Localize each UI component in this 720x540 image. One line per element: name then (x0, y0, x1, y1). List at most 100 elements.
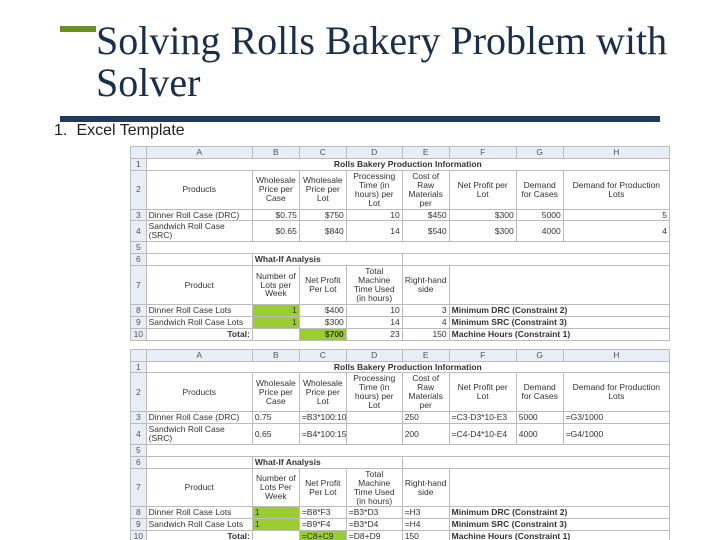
hdr-product: Product (146, 266, 252, 305)
cell: $0.75 (252, 209, 299, 221)
cell: =B4*100:15 (299, 424, 346, 445)
cell: 10 (346, 209, 402, 221)
cell: 14 (346, 316, 402, 328)
constraint-2-label: Minimum DRC (Constraint 2) (449, 304, 669, 316)
col-H: H (563, 147, 669, 159)
rhs-hours: 150 (402, 328, 449, 340)
sheet-title: Rolls Bakery Production Information (146, 158, 669, 170)
cell: =H4 (402, 519, 449, 531)
underline-rule (60, 116, 660, 122)
cell: 5 (563, 209, 669, 221)
hdr-demand-lots: Demand for Production Lots (563, 170, 669, 209)
row-num: 2 (131, 170, 147, 209)
corner-cell (131, 349, 147, 361)
cell: =G4/1000 (563, 424, 669, 445)
decision-src: 1 (252, 316, 299, 328)
bullet-text: Excel Template (76, 122, 184, 139)
col-H: H (563, 349, 669, 361)
spreadsheet-images: A B C D E F G H 1Rolls Bakery Production… (130, 146, 670, 540)
total-label: Total: (146, 328, 252, 340)
col-C: C (299, 147, 346, 159)
hdr-proc-time: Processing Time (in hours) per Lot (346, 373, 402, 412)
empty (146, 456, 252, 468)
excel-values-table: A B C D E F G H 1Rolls Bakery Production… (130, 146, 670, 341)
row-num: 8 (131, 507, 147, 519)
excel-formulas-table: A B C D E F G H 1Rolls Bakery Production… (130, 349, 670, 540)
col-G: G (516, 147, 563, 159)
total-label: Total: (146, 531, 252, 540)
whatif-title: What-If Analysis (252, 254, 402, 266)
col-B: B (252, 147, 299, 159)
hdr-demand-lots: Demand for Production Lots (563, 373, 669, 412)
col-G: G (516, 349, 563, 361)
cell: 10 (346, 304, 402, 316)
empty (252, 328, 299, 340)
title-block: Solving Rolls Bakery Problem with Solver (40, 20, 680, 104)
cell: =G3/1000 (563, 412, 669, 424)
hdr-proc-time: Processing Time (in hours) per Lot (346, 170, 402, 209)
hdr-netprofit: Net Profit per Lot (449, 170, 516, 209)
cell: 4000 (516, 221, 563, 242)
row-num: 10 (131, 328, 147, 340)
constraint-3-label: Minimum SRC (Constraint 3) (449, 519, 669, 531)
cell: $750 (299, 209, 346, 221)
col-F: F (449, 147, 516, 159)
cell: $300 (449, 221, 516, 242)
slide: Solving Rolls Bakery Problem with Solver… (0, 0, 720, 540)
empty (252, 531, 299, 540)
drc-label: Dinner Roll Case (DRC) (146, 209, 252, 221)
empty (146, 254, 252, 266)
cell: $0.65 (252, 221, 299, 242)
bullet-number: 1. (54, 122, 72, 140)
cell: =B8*F3 (299, 507, 346, 519)
cell: =B3*100:10 (299, 412, 346, 424)
slide-title: Solving Rolls Bakery Problem with Solver (96, 20, 680, 104)
row-num: 1 (131, 158, 147, 170)
cell: $300 (299, 316, 346, 328)
hdr-np: Net Profit Per Lot (299, 468, 346, 507)
cell: =C3-D3*10-E3 (449, 412, 516, 424)
drc-lots-label: Dinner Roll Case Lots (146, 507, 252, 519)
empty (402, 254, 669, 266)
constraint-1-label: Machine Hours (Constraint 1) (449, 328, 669, 340)
col-A: A (146, 147, 252, 159)
sheet-title: Rolls Bakery Production Information (146, 361, 669, 373)
corner-cell (131, 147, 147, 159)
cell: $540 (402, 221, 449, 242)
cell: 5000 (516, 209, 563, 221)
cell: 4 (402, 316, 449, 328)
empty-row (146, 242, 669, 254)
row-num: 5 (131, 242, 147, 254)
bullet-item: 1. Excel Template (54, 122, 680, 140)
row-num: 9 (131, 519, 147, 531)
hdr-rhs: Right-hand side (402, 266, 449, 305)
row-num: 6 (131, 456, 147, 468)
empty (402, 456, 669, 468)
constraint-1-label: Machine Hours (Constraint 1) (449, 531, 669, 540)
cell (346, 412, 402, 424)
cell (346, 424, 402, 445)
row-num: 3 (131, 209, 147, 221)
decision-drc: 1 (252, 304, 299, 316)
cell: =B3*D4 (346, 519, 402, 531)
drc-label: Dinner Roll Case (DRC) (146, 412, 252, 424)
cell: 0.75 (252, 412, 299, 424)
col-C: C (299, 349, 346, 361)
hdr-price-lot: Wholesale Price per Lot (299, 373, 346, 412)
constraint-3-label: Minimum SRC (Constraint 3) (449, 316, 669, 328)
cell: $300 (449, 209, 516, 221)
col-F: F (449, 349, 516, 361)
constraint-2-label: Minimum DRC (Constraint 2) (449, 507, 669, 519)
col-D: D (346, 147, 402, 159)
cell: =H3 (402, 507, 449, 519)
hdr-rhs: Right-hand side (402, 468, 449, 507)
empty (449, 468, 669, 507)
cell: 5000 (516, 412, 563, 424)
cell: =B9*F4 (299, 519, 346, 531)
row-num: 1 (131, 361, 147, 373)
cell: 4 (563, 221, 669, 242)
hdr-raw: Cost of Raw Materials per (402, 170, 449, 209)
whatif-title: What-If Analysis (252, 456, 402, 468)
row-num: 9 (131, 316, 147, 328)
total-time: =D8+D9 (346, 531, 402, 540)
